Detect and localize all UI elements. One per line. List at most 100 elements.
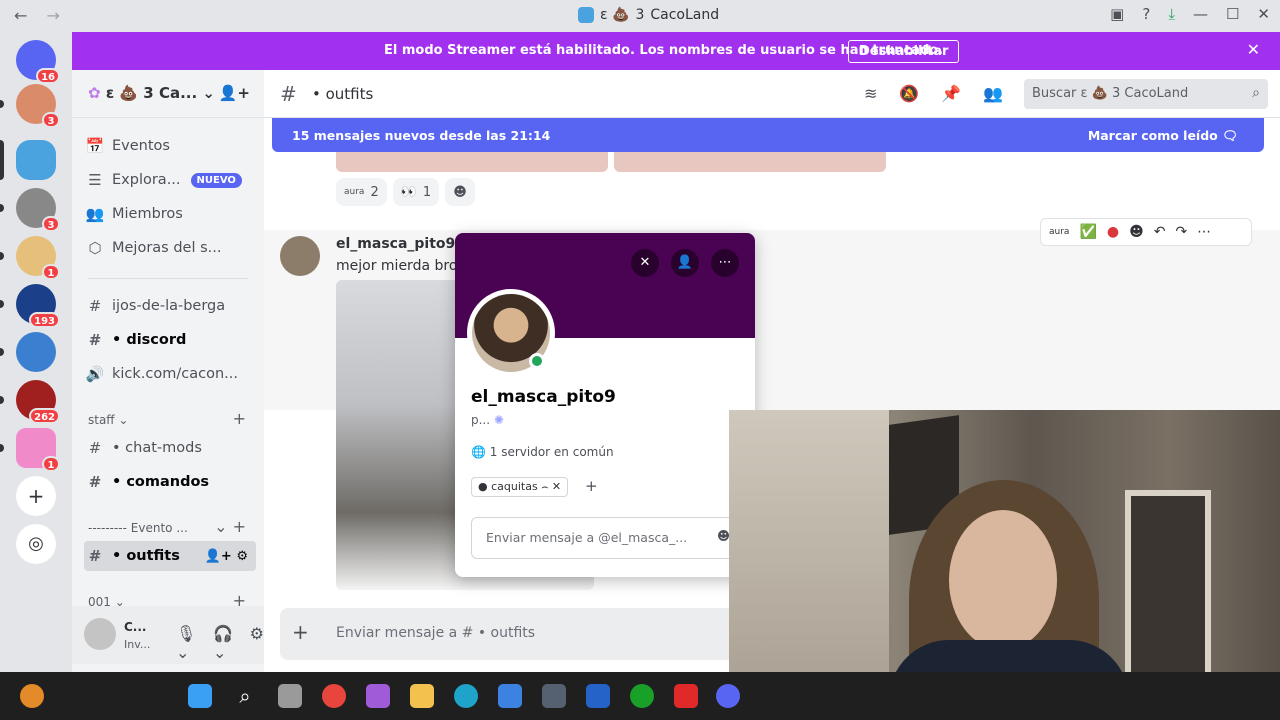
channel-outfits[interactable]: # • outfits 👤+ ⚙ <box>84 541 256 571</box>
forward-icon[interactable]: ↷ <box>1175 224 1187 240</box>
maximize-icon[interactable]: ☐ <box>1226 5 1239 23</box>
pin-icon[interactable]: 📌 <box>941 84 961 103</box>
add-reaction-button[interactable]: ☻ <box>445 178 475 206</box>
app-icon[interactable] <box>542 684 566 708</box>
server-icon <box>578 7 594 23</box>
category-evento[interactable]: --------- Evento ... <box>88 521 188 535</box>
headphones-icon[interactable]: 🎧⌄ <box>213 624 238 662</box>
help-icon[interactable]: ? <box>1142 5 1150 23</box>
copilot-icon[interactable] <box>366 684 390 708</box>
sidebar-item-boosts[interactable]: ⬡ Mejoras del s... <box>84 233 256 263</box>
channel-label: ijos-de-la-berga <box>112 298 226 314</box>
check-emoji-icon[interactable]: ✅ <box>1079 224 1096 240</box>
reaction-aura[interactable]: aura 2 <box>336 178 387 206</box>
new-messages-text: 15 mensajes nuevos desde las 21:14 <box>292 128 551 143</box>
add-reaction-icon[interactable]: ☻ <box>1129 224 1144 240</box>
invite-icon[interactable]: 👤+ <box>219 84 250 102</box>
user-panel: C... Inv... 🎙⌄ 🎧⌄ ⚙ <box>72 606 264 664</box>
reaction-eyes[interactable]: 👀 1 <box>392 178 440 206</box>
sidebar-item-explore[interactable]: ☰ Explora... NUEVO <box>84 165 256 195</box>
category-staff[interactable]: staff ⌄ <box>88 413 128 427</box>
channel-settings-icons[interactable]: 👤+ ⚙ <box>205 549 248 564</box>
channel-comandos[interactable]: # • comandos <box>84 467 256 497</box>
mutual-servers[interactable]: 🌐 1 servidor en común <box>471 445 614 459</box>
sidebar-item-members[interactable]: 👥 Miembros <box>84 199 256 229</box>
sidebar-item-events[interactable]: 📅 Eventos <box>84 131 256 161</box>
microphone-icon[interactable]: 🎙⌄ <box>176 624 201 662</box>
server-5[interactable]: 193 <box>16 284 60 328</box>
search-input[interactable]: Buscar ε 💩 3 CacoLand ⌕ <box>1024 79 1268 109</box>
window-controls: ▣ ? ⤓ — ☐ ✕ <box>1110 5 1270 23</box>
task-view-icon[interactable] <box>278 684 302 708</box>
sidebar-item-label: Eventos <box>112 138 170 154</box>
weather-icon[interactable] <box>20 684 44 708</box>
server-7[interactable]: 262 <box>16 380 60 424</box>
member-list-icon[interactable]: 👥 <box>983 84 1003 103</box>
search-icon[interactable]: ⌕ <box>233 684 257 708</box>
more-icon[interactable]: ⋯ <box>1197 224 1211 240</box>
add-role-icon[interactable]: + <box>585 477 598 495</box>
new-messages-bar[interactable]: 15 mensajes nuevos desde las 21:14 Marca… <box>272 118 1264 152</box>
angry-emoji-icon[interactable]: ● <box>1107 224 1119 240</box>
add-friend-icon[interactable]: 👤 <box>671 249 699 277</box>
attach-plus-icon[interactable]: + <box>292 620 309 644</box>
channel-kick-voice[interactable]: 🔊 kick.com/cacon... <box>84 359 256 389</box>
start-icon[interactable] <box>188 684 212 708</box>
vpn-icon[interactable] <box>586 684 610 708</box>
aura-emoji-icon[interactable]: aura <box>1049 227 1069 237</box>
file-explorer-icon[interactable] <box>410 684 434 708</box>
sidebar-item-label: Explora... <box>112 172 181 188</box>
selected-pill <box>0 140 4 180</box>
forward-arrow-icon[interactable]: → <box>47 6 60 25</box>
role-chip[interactable]: ● caquitas ⌢ ✕ <box>471 477 569 497</box>
server-4[interactable]: 1 <box>16 236 60 280</box>
disable-streamer-button[interactable]: Deshabilitar <box>848 40 960 63</box>
download-icon[interactable]: ⤓ <box>1168 5 1175 23</box>
block-icon[interactable]: ✕ <box>631 249 659 277</box>
user-avatar[interactable] <box>84 618 116 650</box>
channel-ijos[interactable]: # ijos-de-la-berga <box>84 291 256 321</box>
add-server-button[interactable]: + <box>16 476 56 516</box>
server-rail: 16 3 3 1 193 262 1 + ◎ <box>0 32 72 672</box>
server-home[interactable]: 16 <box>16 40 60 84</box>
image-attachment[interactable] <box>614 152 886 172</box>
reply-icon[interactable]: ↶ <box>1154 224 1166 240</box>
unread-pill <box>0 300 4 308</box>
reaction-emoji: 👀 <box>400 184 417 200</box>
back-arrow-icon[interactable]: ← <box>14 6 27 25</box>
server-8[interactable]: 1 <box>16 428 60 472</box>
minimize-icon[interactable]: — <box>1193 5 1208 23</box>
server-1[interactable]: 3 <box>16 84 60 128</box>
threads-icon[interactable]: ≋ <box>864 84 877 103</box>
dm-input[interactable]: Enviar mensaje a @el_masca_... ☻ <box>471 517 739 559</box>
gear-icon[interactable]: ⚙ <box>250 624 264 662</box>
mute-bell-icon[interactable]: 🔕 <box>899 84 919 103</box>
discover-button[interactable]: ◎ <box>16 524 56 564</box>
add-channel-icon[interactable]: ⌄ + <box>214 517 246 536</box>
edge-icon[interactable] <box>454 684 478 708</box>
chrome-icon[interactable] <box>322 684 346 708</box>
search-placeholder: Buscar ε 💩 3 CacoLand <box>1032 86 1189 101</box>
window-title-prefix: ε 💩 <box>600 7 630 23</box>
inbox-icon[interactable]: ▣ <box>1110 5 1124 23</box>
close-banner-icon[interactable]: ✕ <box>1247 40 1260 59</box>
add-channel-icon[interactable]: + <box>233 409 246 428</box>
channel-sidebar: ✿ ε 💩 3 Ca... ⌄ 👤+ 📅 Eventos ☰ Explora..… <box>72 70 264 672</box>
author-avatar[interactable] <box>280 236 320 276</box>
close-window-icon[interactable]: ✕ <box>1257 5 1270 23</box>
image-attachment[interactable] <box>336 152 608 172</box>
server-caco[interactable] <box>16 140 56 180</box>
message-author[interactable]: el_masca_pito9 <box>336 236 455 252</box>
discord-taskbar-icon[interactable] <box>716 684 740 708</box>
guild-header[interactable]: ✿ ε 💩 3 Ca... ⌄ 👤+ <box>72 70 264 118</box>
mark-read-button[interactable]: Marcar como leído 🗨 <box>1088 128 1238 144</box>
youtube-icon[interactable] <box>674 684 698 708</box>
server-3[interactable]: 3 <box>16 188 60 232</box>
more-icon[interactable]: ⋯ <box>711 249 739 277</box>
server-6[interactable] <box>16 332 56 372</box>
store-icon[interactable] <box>498 684 522 708</box>
xbox-icon[interactable] <box>630 684 654 708</box>
channel-discord[interactable]: # • discord <box>84 325 256 355</box>
channel-chat-mods[interactable]: # • chat-mods <box>84 433 256 463</box>
dm-placeholder: Enviar mensaje a @el_masca_... <box>486 530 688 545</box>
